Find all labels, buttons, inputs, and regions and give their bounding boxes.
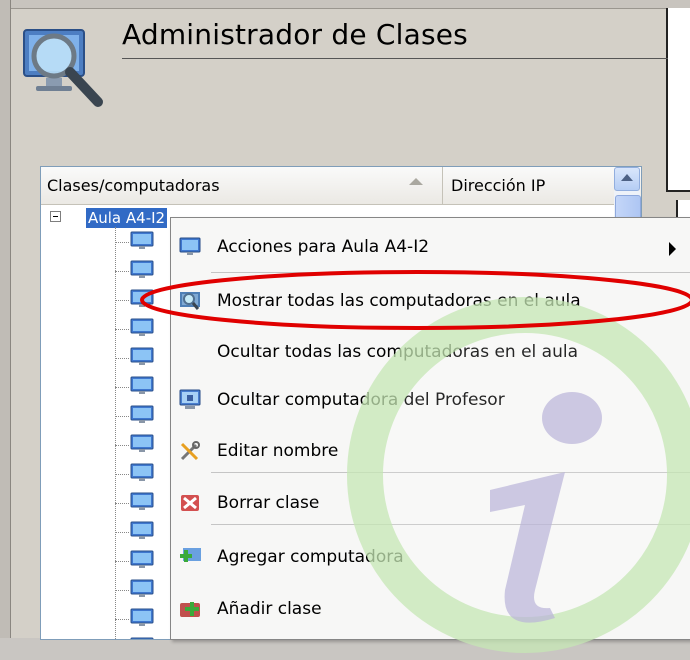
menu-item-ocultar-computadora-del-profesor[interactable]: Ocultar computadora del Profesor [171,381,690,421]
tree-item-computer[interactable] [115,229,154,253]
tree-connector [115,358,129,359]
tree-item-computer[interactable] [115,606,154,630]
tree-connector [115,242,129,243]
monitor-icon [130,260,154,278]
delete-icon [181,495,199,511]
monitor-icon [130,318,154,336]
title-underline [122,58,668,59]
monitor-icon [130,434,154,452]
menu-item-anadir-clase[interactable]: Añadir clase [171,590,690,630]
menu-item-mostrar-todas-las-computadoras-en-el-aula[interactable]: Mostrar todas las computadoras en el aul… [171,282,690,322]
monitor-icon [130,637,154,639]
monitor-icon [130,550,154,568]
monitor-icon [130,579,154,597]
submenu-arrow-icon [669,242,676,256]
tree-header: Clases/computadoras Dirección IP [41,167,641,205]
menu-item-label: Acciones para Aula A4-I2 [217,237,430,257]
menu-separator [211,524,690,525]
tree-connector [115,561,129,562]
tree-item-computer[interactable] [115,403,154,427]
magnifier-monitor-icon [23,29,103,107]
menu-item-label: Mostrar todas las computadoras en el aul… [217,291,581,311]
tree-item-computer[interactable] [115,287,154,311]
menu-item-agregar-computadora[interactable]: Agregar computadora [171,538,690,578]
tree-item-computer[interactable] [115,519,154,543]
monitor-icon [130,289,154,307]
menu-item-label: Agregar computadora [217,547,404,567]
monitor-icon [130,608,154,626]
tree-item-computer[interactable] [115,316,154,340]
tree-item-computer[interactable] [115,461,154,485]
add-class-icon [180,602,200,617]
menu-item-editar-nombre[interactable]: Editar nombre [171,432,690,472]
add-computer-icon [180,548,201,562]
column-header-ip[interactable]: Dirección IP [451,176,545,195]
tree-connector [115,474,129,475]
tree-connector [115,445,129,446]
menu-item-label: Ocultar todas las computadoras en el aul… [217,342,579,362]
tree-connector [115,503,129,504]
tree-item-aula[interactable]: Aula A4-I2 [86,208,168,228]
menu-item-label: Editar nombre [217,441,339,461]
menu-separator [211,472,690,473]
monitor-icon [179,237,201,255]
monitor-icon [130,347,154,365]
tree-item-computer[interactable] [115,432,154,456]
monitor-icon [130,492,154,510]
monitor-icon [130,376,154,394]
tree-item-computer[interactable] [115,548,154,572]
column-separator[interactable] [442,167,443,204]
tree-connector [115,619,129,620]
scroll-up-button[interactable] [614,167,640,191]
teacher-pc-icon [179,389,201,409]
tree-connector [115,271,129,272]
menu-item-label: Añadir clase [217,599,322,619]
monitor-icon [130,463,154,481]
page-title: Administrador de Clases [122,18,468,51]
window-top-frame [0,0,690,9]
tree-item-computer[interactable] [115,258,154,282]
menu-item-acciones-para-aula-a4-i2[interactable]: Acciones para Aula A4-I2 [171,228,690,268]
menu-separator [211,272,690,273]
tree-connector [115,590,129,591]
monitor-icon [130,231,154,249]
menu-item-ocultar-todas-las-computadoras-en-el-aula[interactable]: Ocultar todas las computadoras en el aul… [171,333,690,373]
tree-connector [115,300,129,301]
tree-connector [115,416,129,417]
collapse-toggle-icon[interactable] [50,211,61,222]
menu-item-borrar-clase[interactable]: Borrar clase [171,484,690,524]
tree-item-computer[interactable] [115,490,154,514]
tree-connector [115,532,129,533]
tree-connector [115,329,129,330]
sort-ascending-icon [409,178,423,185]
tree-item-computer[interactable] [115,577,154,601]
context-menu: Acciones para Aula A4-I2 Mostrar todas la… [170,217,690,640]
menu-item-label: Borrar clase [217,493,320,513]
tree-item-computer[interactable] [115,345,154,369]
tree-item-computer[interactable] [115,374,154,398]
menu-item-label: Ocultar computadora del Profesor [217,390,505,410]
class-manager-window: Administrador de Clases Clases/computado… [0,0,690,653]
monitor-icon [130,521,154,539]
chevron-up-icon [621,174,633,181]
tree-connector [115,387,129,388]
tools-icon [180,441,200,461]
monitor-icon [130,405,154,423]
column-header-classes[interactable]: Clases/computadoras [47,176,220,195]
search-monitor-icon [180,292,200,310]
right-side-panel [666,8,690,192]
window-left-frame [0,0,11,638]
